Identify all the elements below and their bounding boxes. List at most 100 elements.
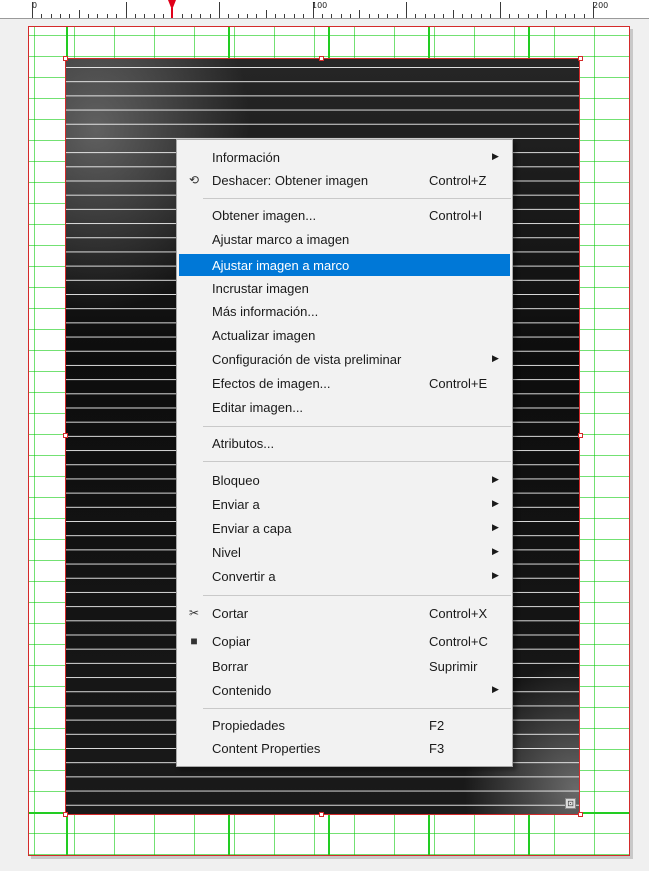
ruler-position-line [171, 8, 173, 18]
menu-item-shortcut: Control+E [429, 376, 488, 391]
resize-handle-bottom-left[interactable] [63, 812, 68, 817]
ruler-tick [527, 14, 529, 18]
menu-separator [203, 595, 511, 596]
menu-item-label: Actualizar imagen [212, 328, 316, 343]
menu-item-contenido[interactable]: Contenido ▶ [179, 679, 510, 701]
menu-item-content-properties[interactable]: Content Properties F3 [179, 737, 510, 759]
ruler-tick [508, 14, 510, 18]
ruler-tick [396, 14, 398, 18]
menu-item-actualizar-imagen[interactable]: Actualizar imagen [179, 324, 510, 346]
menu-item-label: Convertir a [212, 569, 276, 584]
menu-item-nivel[interactable]: Nivel ▶ [179, 541, 510, 563]
ruler-tick [97, 14, 99, 18]
menu-item-label: Enviar a capa [212, 521, 292, 536]
menu-item-obtener-imagen[interactable]: Obtener imagen... Control+I [179, 204, 510, 226]
resize-handle-top-left[interactable] [63, 56, 68, 61]
ruler-tick [284, 14, 286, 18]
ruler-tick [275, 14, 277, 18]
ruler-tick [190, 14, 192, 18]
menu-item-información[interactable]: Información ▶ [179, 146, 510, 168]
resize-handle-top-right[interactable] [578, 56, 583, 61]
menu-item-copiar[interactable]: ■ Copiar Control+C [179, 630, 510, 652]
resize-handle-left[interactable] [63, 433, 68, 438]
ruler-tick [518, 14, 520, 18]
ruler-tick [359, 10, 361, 18]
menu-item-borrar[interactable]: Borrar Suprimir [179, 655, 510, 677]
copy-icon: ■ [190, 634, 198, 648]
menu-item-atributos[interactable]: Atributos... [179, 432, 510, 454]
ruler-tick [331, 14, 333, 18]
ruler-tick [462, 14, 464, 18]
resize-handle-top[interactable] [319, 56, 324, 61]
resize-handle-right[interactable] [578, 433, 583, 438]
ruler-tick [134, 14, 136, 18]
menu-item-label: Nivel [212, 545, 241, 560]
menu-item-label: Ajustar marco a imagen [212, 232, 350, 247]
submenu-arrow-icon: ▶ [492, 684, 499, 694]
menu-item-cortar[interactable]: ✂ Cortar Control+X [179, 602, 510, 624]
menu-item-shortcut: Control+C [429, 634, 488, 649]
submenu-arrow-icon: ▶ [492, 151, 499, 161]
menu-item-configuración-de-vista-preliminar[interactable]: Configuración de vista preliminar ▶ [179, 348, 510, 370]
content-grabber-icon[interactable]: ⊡ [565, 798, 576, 809]
menu-item-ajustar-imagen-a-marco[interactable]: Ajustar imagen a marco [179, 254, 510, 276]
ruler-tick [443, 14, 445, 18]
undo-icon: ⟲ [188, 173, 200, 187]
menu-item-enviar-a[interactable]: Enviar a ▶ [179, 493, 510, 515]
ruler-tick [41, 14, 43, 18]
ruler-tick [256, 14, 258, 18]
menu-item-incrustar-imagen[interactable]: Incrustar imagen [179, 277, 510, 299]
ruler-tick [219, 2, 220, 18]
menu-item-label: Obtener imagen... [212, 208, 317, 223]
ruler-tick [303, 14, 305, 18]
menu-item-label: Ajustar imagen a marco [212, 258, 350, 273]
ruler-label-200: 200 [593, 1, 609, 10]
ruler-tick [546, 10, 548, 18]
submenu-arrow-icon: ▶ [492, 522, 499, 532]
resize-handle-bottom[interactable] [319, 812, 324, 817]
horizontal-ruler[interactable]: 0 100 200 [0, 0, 649, 19]
ruler-tick [181, 14, 183, 18]
menu-item-shortcut: Control+X [429, 606, 488, 621]
menu-item-shortcut: Suprimir [429, 659, 478, 674]
ruler-tick [340, 14, 342, 18]
menu-item-label: Content Properties [212, 741, 321, 756]
submenu-arrow-icon: ▶ [492, 546, 499, 556]
ruler-tick [415, 14, 417, 18]
menu-item-convertir-a[interactable]: Convertir a ▶ [179, 565, 510, 587]
menu-item-label: Enviar a [212, 497, 260, 512]
menu-item-label: Más información... [212, 304, 319, 319]
menu-item-label: Bloqueo [212, 473, 260, 488]
ruler-tick [69, 14, 71, 18]
ruler-tick [583, 14, 585, 18]
ruler-tick [106, 14, 108, 18]
ruler-tick [471, 14, 473, 18]
menu-item-shortcut: Control+Z [429, 173, 487, 188]
scissors-icon: ✂ [188, 606, 200, 620]
menu-separator [203, 426, 511, 427]
ruler-tick [265, 10, 267, 18]
ruler-tick [406, 2, 407, 18]
ruler-tick [368, 14, 370, 18]
menu-item-deshacer-obtener-imagen[interactable]: ⟲ Deshacer: Obtener imagen Control+Z [179, 169, 510, 191]
menu-item-editar-imagen[interactable]: Editar imagen... [179, 396, 510, 418]
ruler-tick [60, 14, 62, 18]
menu-item-label: Deshacer: Obtener imagen [212, 173, 369, 188]
menu-item-enviar-a-capa[interactable]: Enviar a capa ▶ [179, 517, 510, 539]
menu-item-efectos-de-imagen[interactable]: Efectos de imagen... Control+E [179, 372, 510, 394]
menu-item-label: Propiedades [212, 718, 285, 733]
ruler-tick [434, 14, 436, 18]
menu-item-más-información[interactable]: Más información... [179, 300, 510, 322]
menu-item-propiedades[interactable]: Propiedades F2 [179, 714, 510, 736]
ruler-tick [424, 14, 426, 18]
ruler-tick [499, 2, 501, 18]
menu-item-shortcut: F2 [429, 718, 445, 733]
menu-item-bloqueo[interactable]: Bloqueo ▶ [179, 469, 510, 491]
ruler-tick [50, 14, 52, 18]
menu-item-label: Editar imagen... [212, 400, 304, 415]
resize-handle-bottom-right[interactable] [578, 812, 583, 817]
menu-item-ajustar-marco-a-imagen[interactable]: Ajustar marco a imagen [179, 228, 510, 250]
ruler-tick [247, 14, 249, 18]
ruler-tick [228, 14, 230, 18]
menu-item-label: Información [212, 150, 280, 165]
